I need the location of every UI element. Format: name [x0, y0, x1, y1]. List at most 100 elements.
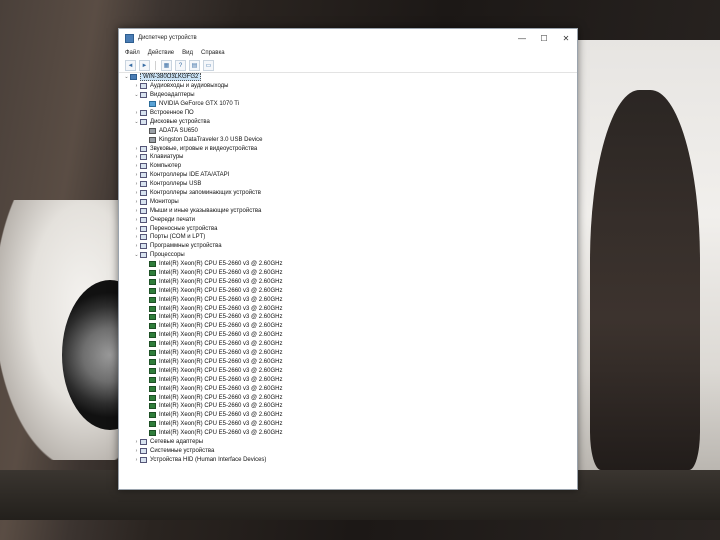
expand-arrow-icon[interactable]: ›	[133, 457, 140, 463]
tree-category-node[interactable]: › Мыши и иные указывающие устройства	[121, 206, 575, 215]
expand-arrow-icon[interactable]: ›	[133, 199, 140, 205]
tree-category-label: Переносные устройства	[150, 225, 218, 232]
tree-device-node[interactable]: Intel(R) Xeon(R) CPU E5-2660 v3 @ 2.60GH…	[121, 349, 575, 358]
tree-root-node[interactable]: ⌄ WIN-380O3LKGFG2	[121, 73, 575, 82]
tree-category-node[interactable]: › Очереди печати	[121, 215, 575, 224]
tree-category-node[interactable]: › Переносные устройства	[121, 224, 575, 233]
tree-device-node[interactable]: Intel(R) Xeon(R) CPU E5-2660 v3 @ 2.60GH…	[121, 340, 575, 349]
tree-device-label: ADATA SU650	[159, 127, 198, 134]
computer-icon	[130, 74, 137, 81]
expand-arrow-icon[interactable]: ›	[133, 217, 140, 223]
tree-device-node[interactable]: Kingston DataTraveler 3.0 USB Device	[121, 135, 575, 144]
tree-device-node[interactable]: Intel(R) Xeon(R) CPU E5-2660 v3 @ 2.60GH…	[121, 322, 575, 331]
menu-action[interactable]: Действие	[148, 50, 174, 56]
tree-category-node[interactable]: › Клавиатуры	[121, 153, 575, 162]
expand-arrow-icon[interactable]: ›	[133, 439, 140, 445]
tree-category-node[interactable]: › Системные устройства	[121, 446, 575, 455]
menu-help[interactable]: Справка	[201, 50, 225, 56]
device-category-icon	[140, 456, 147, 463]
tree-device-node[interactable]: Intel(R) Xeon(R) CPU E5-2660 v3 @ 2.60GH…	[121, 358, 575, 367]
monitor-icon[interactable]: ▭	[203, 60, 214, 71]
processor-icon	[149, 394, 156, 401]
tree-category-node[interactable]: ⌄ Видеоадаптеры	[121, 91, 575, 100]
tree-device-node[interactable]: Intel(R) Xeon(R) CPU E5-2660 v3 @ 2.60GH…	[121, 384, 575, 393]
expand-arrow-icon[interactable]: ›	[133, 208, 140, 214]
menu-file[interactable]: Файл	[125, 50, 140, 56]
expand-arrow-icon[interactable]: ›	[133, 448, 140, 454]
tree-device-label: Intel(R) Xeon(R) CPU E5-2660 v3 @ 2.60GH…	[159, 314, 283, 321]
expand-arrow-icon[interactable]: ›	[133, 190, 140, 196]
device-category-icon	[140, 154, 147, 161]
disk-drive-icon	[149, 136, 156, 143]
expand-arrow-icon[interactable]: ›	[133, 226, 140, 232]
tree-category-node[interactable]: › Порты (COM и LPT)	[121, 233, 575, 242]
help-icon[interactable]: ?	[175, 60, 186, 71]
menu-view[interactable]: Вид	[182, 50, 193, 56]
tree-category-label: Контроллеры запоминающих устройств	[150, 190, 261, 197]
device-list-icon[interactable]: ▤	[189, 60, 200, 71]
tree-device-node[interactable]: Intel(R) Xeon(R) CPU E5-2660 v3 @ 2.60GH…	[121, 375, 575, 384]
tree-category-node[interactable]: › Мониторы	[121, 197, 575, 206]
close-button[interactable]: ✕	[555, 29, 577, 47]
collapse-arrow-icon[interactable]: ⌄	[133, 119, 140, 125]
tree-device-node[interactable]: Intel(R) Xeon(R) CPU E5-2660 v3 @ 2.60GH…	[121, 295, 575, 304]
collapse-arrow-icon[interactable]: ⌄	[123, 74, 130, 80]
tree-device-node[interactable]: ADATA SU650	[121, 126, 575, 135]
tree-category-node[interactable]: › Встроенное ПО	[121, 109, 575, 118]
tree-category-node[interactable]: ⌄ Процессоры	[121, 251, 575, 260]
tree-device-node[interactable]: Intel(R) Xeon(R) CPU E5-2660 v3 @ 2.60GH…	[121, 420, 575, 429]
display-adapter-icon	[149, 101, 156, 108]
collapse-arrow-icon[interactable]: ⌄	[133, 252, 140, 258]
device-category-icon	[140, 438, 147, 445]
tree-category-label: Процессоры	[150, 252, 185, 259]
tree-device-node[interactable]: Intel(R) Xeon(R) CPU E5-2660 v3 @ 2.60GH…	[121, 304, 575, 313]
tree-category-node[interactable]: › Компьютер	[121, 162, 575, 171]
back-icon[interactable]: ◄	[125, 60, 136, 71]
tree-device-node[interactable]: Intel(R) Xeon(R) CPU E5-2660 v3 @ 2.60GH…	[121, 269, 575, 278]
tree-device-node[interactable]: Intel(R) Xeon(R) CPU E5-2660 v3 @ 2.60GH…	[121, 260, 575, 269]
tree-device-node[interactable]: Intel(R) Xeon(R) CPU E5-2660 v3 @ 2.60GH…	[121, 429, 575, 438]
properties-icon[interactable]: ▦	[161, 60, 172, 71]
expand-arrow-icon[interactable]: ›	[133, 243, 140, 249]
tree-device-node[interactable]: Intel(R) Xeon(R) CPU E5-2660 v3 @ 2.60GH…	[121, 402, 575, 411]
tree-category-label: Клавиатуры	[150, 154, 184, 161]
expand-arrow-icon[interactable]: ›	[133, 154, 140, 160]
expand-arrow-icon[interactable]: ›	[133, 163, 140, 169]
tree-device-node[interactable]: Intel(R) Xeon(R) CPU E5-2660 v3 @ 2.60GH…	[121, 366, 575, 375]
tree-category-node[interactable]: › Сетевые адаптеры	[121, 438, 575, 447]
tree-category-node[interactable]: › Программные устройства	[121, 242, 575, 251]
tree-device-node[interactable]: Intel(R) Xeon(R) CPU E5-2660 v3 @ 2.60GH…	[121, 313, 575, 322]
tree-category-node[interactable]: › Контроллеры запоминающих устройств	[121, 189, 575, 198]
maximize-button[interactable]: ☐	[533, 29, 555, 47]
tree-category-node[interactable]: › Аудиовходы и аудиовыходы	[121, 82, 575, 91]
tree-category-node[interactable]: › Устройства HID (Human Interface Devices…	[121, 455, 575, 464]
forward-icon[interactable]: ►	[139, 60, 150, 71]
tree-device-node[interactable]: NVIDIA GeForce GTX 1070 Ti	[121, 100, 575, 109]
tree-device-node[interactable]: Intel(R) Xeon(R) CPU E5-2660 v3 @ 2.60GH…	[121, 286, 575, 295]
processor-icon	[149, 350, 156, 357]
tree-device-node[interactable]: Intel(R) Xeon(R) CPU E5-2660 v3 @ 2.60GH…	[121, 393, 575, 402]
tree-device-node[interactable]: Intel(R) Xeon(R) CPU E5-2660 v3 @ 2.60GH…	[121, 331, 575, 340]
tree-category-node[interactable]: ⌄ Дисковые устройства	[121, 117, 575, 126]
tree-category-node[interactable]: › Звуковые, игровые и видеоустройства	[121, 144, 575, 153]
expand-arrow-icon[interactable]: ›	[133, 172, 140, 178]
minimize-button[interactable]: —	[511, 29, 533, 47]
title-bar[interactable]: Диспетчер устройств — ☐ ✕	[119, 29, 577, 47]
device-category-icon	[140, 172, 147, 179]
toolbar-separator	[155, 61, 156, 70]
expand-arrow-icon[interactable]: ›	[133, 146, 140, 152]
expand-arrow-icon[interactable]: ›	[133, 234, 140, 240]
expand-arrow-icon[interactable]: ›	[133, 83, 140, 89]
collapse-arrow-icon[interactable]: ⌄	[133, 92, 140, 98]
processor-icon	[149, 341, 156, 348]
tree-category-node[interactable]: › Контроллеры IDE ATA/ATAPI	[121, 171, 575, 180]
tree-device-label: Intel(R) Xeon(R) CPU E5-2660 v3 @ 2.60GH…	[159, 341, 283, 348]
tree-device-node[interactable]: Intel(R) Xeon(R) CPU E5-2660 v3 @ 2.60GH…	[121, 411, 575, 420]
tree-device-node[interactable]: Intel(R) Xeon(R) CPU E5-2660 v3 @ 2.60GH…	[121, 277, 575, 286]
device-manager-window: Диспетчер устройств — ☐ ✕ Файл Действие …	[118, 28, 578, 490]
expand-arrow-icon[interactable]: ›	[133, 110, 140, 116]
tree-category-label: Контроллеры IDE ATA/ATAPI	[150, 172, 230, 179]
tree-category-node[interactable]: › Контроллеры USB	[121, 180, 575, 189]
tree-category-label: Сетевые адаптеры	[150, 438, 204, 445]
expand-arrow-icon[interactable]: ›	[133, 181, 140, 187]
